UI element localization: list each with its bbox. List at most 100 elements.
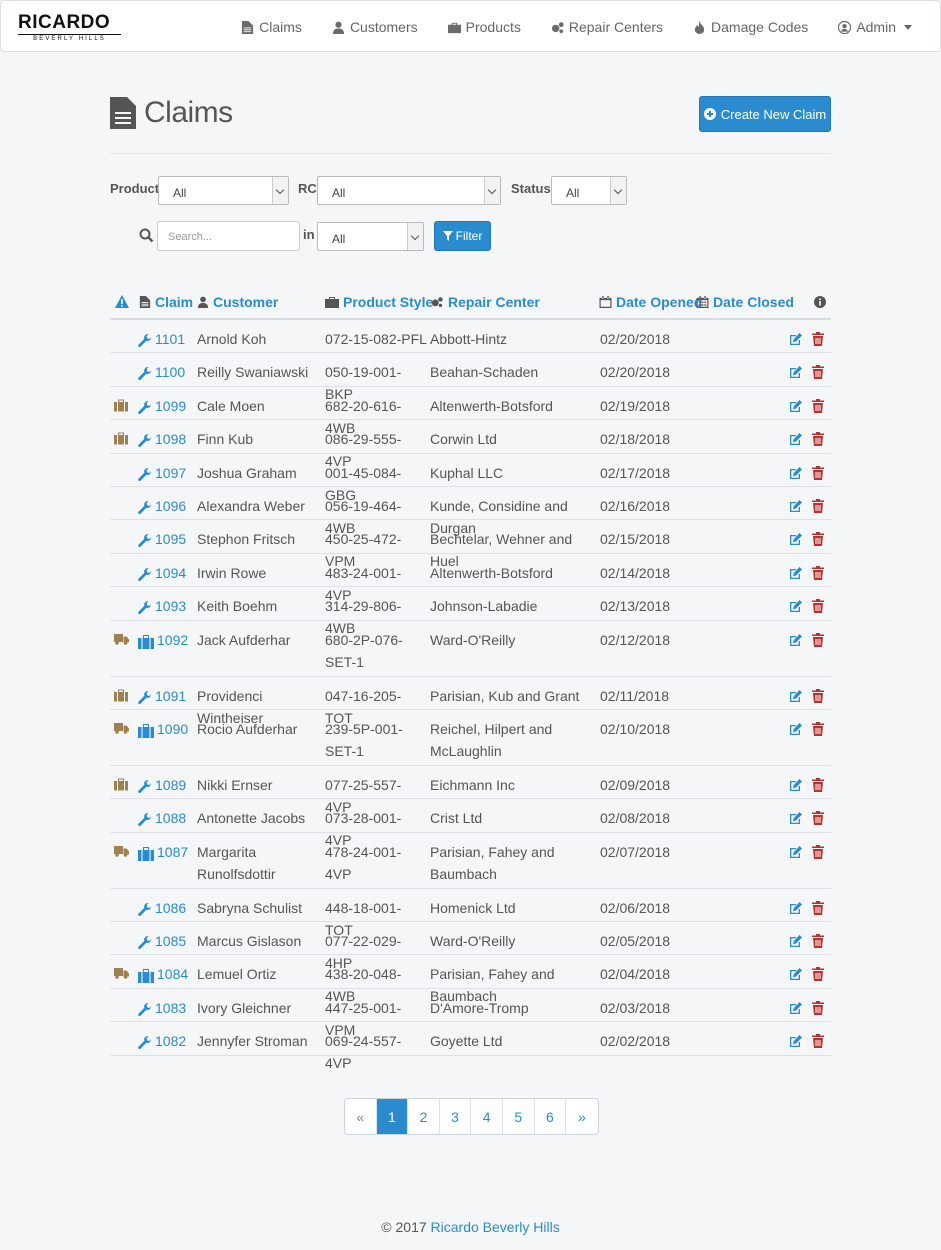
claim-link[interactable]: 1082 xyxy=(138,1030,186,1052)
claim-link[interactable]: 1084 xyxy=(138,963,188,985)
trash-icon[interactable] xyxy=(812,999,826,1015)
claim-link[interactable]: 1090 xyxy=(138,718,188,740)
nav-item-customers[interactable]: Customers xyxy=(332,19,418,35)
claim-link[interactable]: 1086 xyxy=(138,897,186,919)
claim-link[interactable]: 1085 xyxy=(138,930,186,952)
edit-icon[interactable] xyxy=(789,899,803,914)
trash-icon[interactable] xyxy=(812,464,826,480)
claim-link[interactable]: 1092 xyxy=(138,629,188,651)
edit-icon[interactable] xyxy=(789,363,803,379)
table-row[interactable]: 1084 Lemuel Ortiz 438-20-048-4WB Parisian, … xyxy=(110,955,831,1004)
table-row[interactable]: 1090 Rocio Aufderhar 239-5P-001-SET-1 Reich… xyxy=(110,710,831,766)
sort-date-opened-header[interactable]: Date Opened xyxy=(599,294,702,310)
edit-icon[interactable] xyxy=(789,687,803,702)
edit-icon[interactable] xyxy=(789,1032,803,1048)
sort-customer-header[interactable]: Customer xyxy=(197,294,278,310)
claim-link[interactable]: 1096 xyxy=(138,495,186,517)
claim-link[interactable]: 1089 xyxy=(138,774,186,796)
claim-link[interactable]: 1091 xyxy=(138,685,186,707)
claim-link[interactable]: 1093 xyxy=(138,595,186,617)
table-row[interactable]: 1098 Finn Kub 086-29-555-4VP Corwin Ltd 02/1… xyxy=(110,420,831,469)
table-row[interactable]: 1082 Jennyfer Stroman 069-24-557-4VP Goyett… xyxy=(110,1022,831,1071)
claim-link[interactable]: 1088 xyxy=(138,807,186,829)
claim-link[interactable]: 1101 xyxy=(138,328,185,350)
table-row[interactable]: 1092 Jack Aufderhar 680-2P-076-SET-1 Ward-O… xyxy=(110,621,831,677)
edit-icon[interactable] xyxy=(789,464,803,479)
next-page-button[interactable]: » xyxy=(566,1099,598,1134)
edit-icon[interactable] xyxy=(789,776,803,791)
trash-icon[interactable] xyxy=(812,776,826,792)
claim-link[interactable]: 1100 xyxy=(138,361,185,383)
trash-icon[interactable] xyxy=(812,720,826,736)
edit-icon[interactable] xyxy=(789,965,803,981)
nav-item-claims[interactable]: Claims xyxy=(241,19,302,35)
sort-repair-center-header[interactable]: Repair Center xyxy=(430,294,540,310)
sort-date-closed-header[interactable]: Date Closed xyxy=(696,294,794,310)
trash-icon[interactable] xyxy=(812,899,826,915)
nav-item-repair-centers[interactable]: Repair Centers xyxy=(551,19,663,35)
sort-claim-header[interactable]: Claim xyxy=(139,294,193,310)
trash-icon[interactable] xyxy=(812,687,826,703)
claim-link[interactable]: 1087 xyxy=(138,841,188,863)
edit-icon[interactable] xyxy=(789,430,803,446)
trash-icon[interactable] xyxy=(812,564,826,580)
page-4-button[interactable]: 4 xyxy=(471,1099,503,1134)
edit-icon[interactable] xyxy=(789,809,803,825)
claim-link[interactable]: 1083 xyxy=(138,997,186,1019)
edit-icon[interactable] xyxy=(789,564,803,579)
page-5-button[interactable]: 5 xyxy=(503,1099,535,1134)
trash-icon[interactable] xyxy=(812,809,826,826)
edit-icon[interactable] xyxy=(789,330,803,345)
footer-link[interactable]: Ricardo Beverly Hills xyxy=(431,1219,560,1235)
create-new-claim-button[interactable]: Create New Claim xyxy=(699,96,831,132)
claim-link[interactable]: 1095 xyxy=(138,528,186,550)
edit-icon[interactable] xyxy=(789,843,803,858)
table-row[interactable]: 1097 Joshua Graham 001-45-084-GBG Kuphal LL… xyxy=(110,454,831,503)
table-row[interactable]: 1086 Sabryna Schulist 448-18-001-TOT Homeni… xyxy=(110,889,831,938)
rc-select[interactable]: All xyxy=(317,176,501,205)
edit-icon[interactable] xyxy=(789,720,803,735)
trash-icon[interactable] xyxy=(812,430,826,447)
trash-icon[interactable] xyxy=(812,363,826,380)
claim-link[interactable]: 1098 xyxy=(138,428,186,450)
trash-icon[interactable] xyxy=(812,530,826,547)
edit-icon[interactable] xyxy=(789,932,803,948)
table-row[interactable]: 1083 Ivory Gleichner 447-25-001-VPM D'Amore… xyxy=(110,989,831,1038)
sort-product-style-header[interactable]: Product Style xyxy=(325,294,433,310)
trash-icon[interactable] xyxy=(812,397,826,413)
page-1-button[interactable]: 1 xyxy=(376,1099,409,1134)
page-2-button[interactable]: 2 xyxy=(408,1099,440,1134)
claim-link[interactable]: 1097 xyxy=(138,462,186,484)
search-field-select[interactable]: All xyxy=(317,222,424,251)
trash-icon[interactable] xyxy=(812,932,826,949)
edit-icon[interactable] xyxy=(789,631,803,646)
table-row[interactable]: 1099 Cale Moen 682-20-616-4WB Altenwerth-Bo… xyxy=(110,387,831,436)
page-3-button[interactable]: 3 xyxy=(440,1099,472,1134)
trash-icon[interactable] xyxy=(812,843,826,859)
edit-icon[interactable] xyxy=(789,497,803,512)
trash-icon[interactable] xyxy=(812,597,826,614)
status-select[interactable]: All xyxy=(551,176,627,205)
edit-icon[interactable] xyxy=(789,999,803,1014)
edit-icon[interactable] xyxy=(789,597,803,613)
trash-icon[interactable] xyxy=(812,497,826,513)
table-row[interactable]: 1100 Reilly Swaniawski 050-19-001-BKP Beaha… xyxy=(110,353,831,402)
trash-icon[interactable] xyxy=(812,330,826,346)
claim-link[interactable]: 1094 xyxy=(138,562,186,584)
table-row[interactable]: 1096 Alexandra Weber 056-19-464-4WB Kunde, … xyxy=(110,487,831,536)
filter-button[interactable]: Filter xyxy=(434,221,491,251)
claim-link[interactable]: 1099 xyxy=(138,395,186,417)
table-row[interactable]: 1095 Stephon Fritsch 450-25-472-VPM Bechtel… xyxy=(110,520,831,569)
table-row[interactable]: 1091 Providenci Wintheiser 047-16-205-TOT P… xyxy=(110,677,831,726)
trash-icon[interactable] xyxy=(812,631,826,647)
table-row[interactable]: 1088 Antonette Jacobs 073-28-001-4VP Crist … xyxy=(110,799,831,848)
product-select[interactable]: All xyxy=(158,176,289,205)
table-row[interactable]: 1094 Irwin Rowe 483-24-001-4VP Altenwerth-B… xyxy=(110,554,831,603)
nav-item-products[interactable]: Products xyxy=(447,19,521,35)
table-row[interactable]: 1087 Margarita Runolfsdottir 478-24-001-4V… xyxy=(110,833,831,889)
edit-icon[interactable] xyxy=(789,397,803,412)
prev-page-button[interactable]: « xyxy=(345,1099,377,1134)
table-row[interactable]: 1085 Marcus Gislason 077-22-029-4HP Ward-O'… xyxy=(110,922,831,971)
brand-logo[interactable]: RICARDO BEVERLY HILLS xyxy=(18,13,128,43)
page-6-button[interactable]: 6 xyxy=(535,1099,567,1134)
